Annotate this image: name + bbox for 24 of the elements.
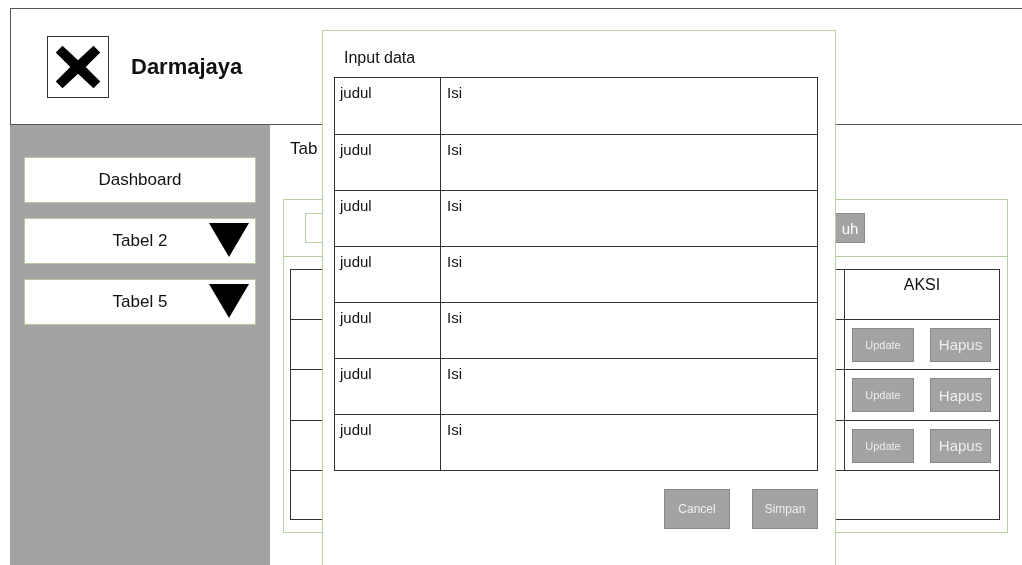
field-label: judul <box>335 303 441 358</box>
dialog-title: Input data <box>343 49 417 67</box>
field-value[interactable]: Isi <box>441 191 817 246</box>
field-value[interactable]: Isi <box>441 78 817 134</box>
app-title: Darmajaya <box>131 53 243 80</box>
field-value[interactable]: Isi <box>441 415 817 470</box>
field-value[interactable]: Isi <box>441 303 817 358</box>
field-label: judul <box>335 78 441 134</box>
field-label: judul <box>335 191 441 246</box>
field-value[interactable]: Isi <box>441 135 817 190</box>
page-title: Tab <box>289 139 318 159</box>
field-value[interactable]: Isi <box>441 247 817 302</box>
column-header: AKSI <box>902 275 942 295</box>
caret-icon <box>209 284 249 318</box>
sidebar-item[interactable]: Dashboard <box>24 157 256 203</box>
field-value[interactable]: Isi <box>441 359 817 414</box>
field-label: judul <box>335 359 441 414</box>
logo-icon <box>47 35 109 98</box>
sidebar-item[interactable]: Tabel 5 <box>24 279 256 325</box>
caret-icon <box>209 223 249 257</box>
field-label: judul <box>335 247 441 302</box>
sidebar-item[interactable]: Tabel 2 <box>24 218 256 264</box>
field-label: judul <box>335 135 441 190</box>
field-label: judul <box>335 415 441 470</box>
